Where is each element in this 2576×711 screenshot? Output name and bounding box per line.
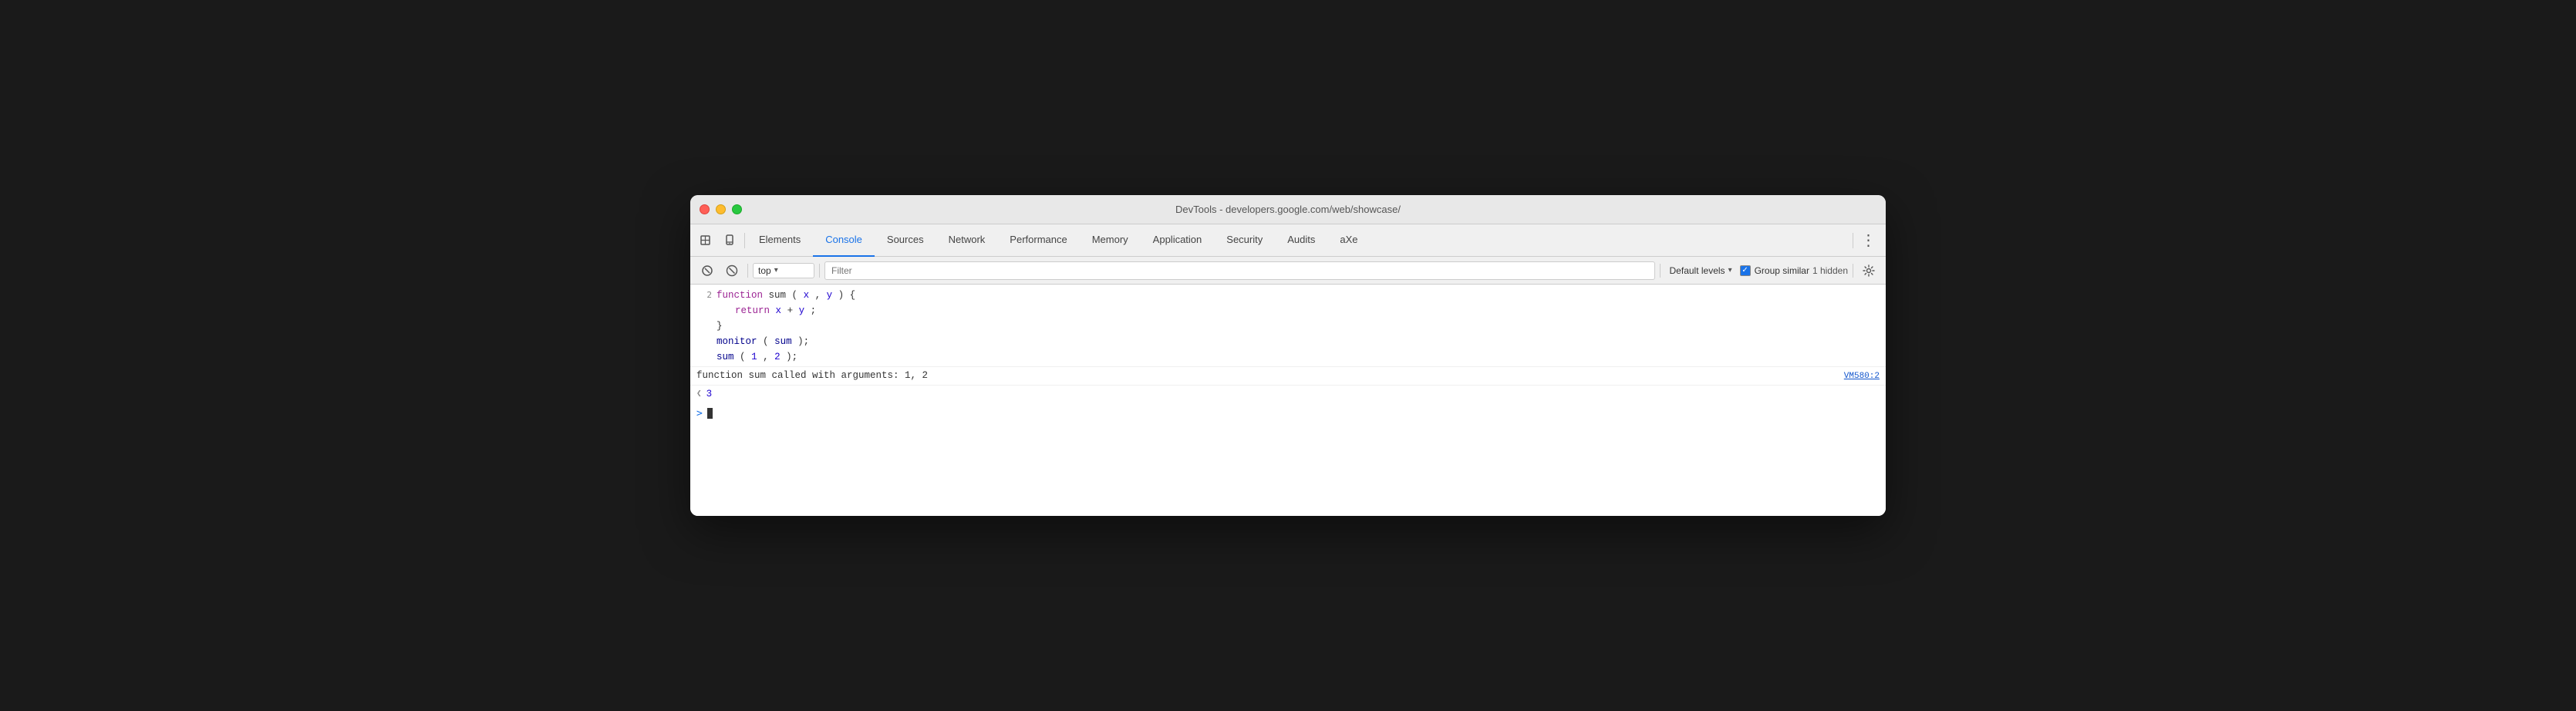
devtools-window: DevTools - developers.google.com/web/sho… xyxy=(690,195,1886,516)
main-toolbar: Elements Console Sources Network Perform… xyxy=(690,224,1886,257)
param-x: x xyxy=(804,290,810,301)
tab-sources[interactable]: Sources xyxy=(875,224,936,257)
window-title: DevTools - developers.google.com/web/sho… xyxy=(1175,204,1401,215)
inspect-element-button[interactable] xyxy=(693,228,718,253)
console-input-line[interactable]: > xyxy=(690,403,1886,425)
more-tools-button[interactable]: ⋮ xyxy=(1858,230,1880,251)
code-line-5: sum ( 1 , 2 ); xyxy=(716,349,1873,365)
tab-elements[interactable]: Elements xyxy=(747,224,813,257)
arg-1: 1 xyxy=(751,352,757,362)
preserve-log-button[interactable] xyxy=(696,260,718,281)
close-button[interactable] xyxy=(700,204,710,214)
traffic-lights xyxy=(700,204,742,214)
maximize-button[interactable] xyxy=(732,204,742,214)
fn-monitor: monitor xyxy=(716,336,757,347)
filter-input[interactable] xyxy=(824,261,1655,280)
code-line-1: function sum ( x , y ) { xyxy=(716,288,1873,303)
context-dropdown-arrow: ▾ xyxy=(774,266,778,275)
context-value: top xyxy=(758,265,771,276)
fn-name: sum xyxy=(769,290,792,301)
hidden-count[interactable]: 1 hidden xyxy=(1812,265,1848,276)
code-line-2: return x + y ; xyxy=(716,303,1873,318)
toolbar-right: ⋮ xyxy=(1851,230,1883,251)
param-y: y xyxy=(827,290,833,301)
arg-2: 2 xyxy=(774,352,781,362)
code-input-block: 2 function sum ( x , y ) { return x xyxy=(690,285,1886,367)
input-prompt: > xyxy=(696,406,703,422)
console-separator-2 xyxy=(819,264,820,278)
var-y: y xyxy=(799,305,805,316)
tab-audits[interactable]: Audits xyxy=(1275,224,1327,257)
code-line-3: } xyxy=(716,318,1873,334)
nav-tabs: Elements Console Sources Network Perform… xyxy=(747,224,1851,257)
code-line-4: monitor ( sum ); xyxy=(716,334,1873,349)
file-reference[interactable]: VM580:2 xyxy=(1844,370,1880,383)
text-cursor xyxy=(707,408,713,419)
tab-network[interactable]: Network xyxy=(936,224,998,257)
group-similar-checkbox[interactable] xyxy=(1740,265,1751,276)
console-toolbar: top ▾ Default levels ▾ Group similar 1 h… xyxy=(690,257,1886,285)
console-output: 2 function sum ( x , y ) { return x xyxy=(690,285,1886,516)
toolbar-separator xyxy=(744,233,745,248)
tab-memory[interactable]: Memory xyxy=(1080,224,1141,257)
log-level-selector[interactable]: Default levels ▾ xyxy=(1665,264,1737,278)
fn-sum-ref: sum xyxy=(774,336,792,347)
input-line-number: 2 xyxy=(690,288,712,302)
clear-console-button[interactable] xyxy=(721,260,743,281)
group-similar-label: Group similar xyxy=(1755,265,1809,276)
return-value: 3 xyxy=(706,387,713,402)
console-settings-button[interactable] xyxy=(1858,260,1880,281)
code-content: function sum ( x , y ) { return x + y ; xyxy=(716,288,1886,365)
fn-sum-call: sum xyxy=(716,352,734,362)
tab-security[interactable]: Security xyxy=(1214,224,1275,257)
kw-function: function xyxy=(716,290,763,301)
level-dropdown-arrow: ▾ xyxy=(1728,266,1732,275)
group-similar-toggle[interactable]: Group similar xyxy=(1740,265,1809,276)
console-separator-3 xyxy=(1660,264,1661,278)
tab-axe[interactable]: aXe xyxy=(1327,224,1370,257)
tab-performance[interactable]: Performance xyxy=(997,224,1079,257)
titlebar: DevTools - developers.google.com/web/sho… xyxy=(690,195,1886,224)
kw-return: return xyxy=(735,305,770,316)
var-x: x xyxy=(776,305,782,316)
tab-console[interactable]: Console xyxy=(813,224,875,257)
output-text: function sum called with arguments: 1, 2 xyxy=(696,369,1844,383)
console-separator-1 xyxy=(747,264,748,278)
return-chevron: ❮ xyxy=(696,388,702,401)
return-value-line: ❮ 3 xyxy=(690,386,1886,403)
device-toolbar-button[interactable] xyxy=(718,228,743,253)
output-message-line: function sum called with arguments: 1, 2… xyxy=(690,367,1886,386)
tab-application[interactable]: Application xyxy=(1141,224,1215,257)
level-label: Default levels xyxy=(1670,265,1725,276)
minimize-button[interactable] xyxy=(716,204,726,214)
context-selector[interactable]: top ▾ xyxy=(753,263,814,278)
